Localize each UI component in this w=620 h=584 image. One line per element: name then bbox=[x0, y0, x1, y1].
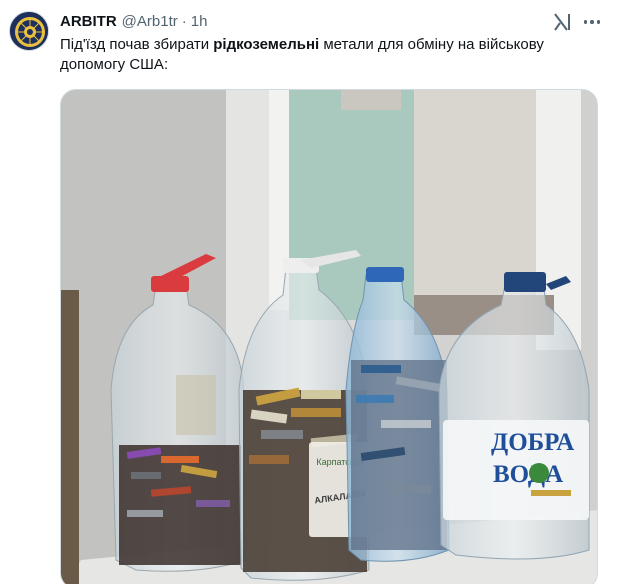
bottle-brand-line1: ДОБРА bbox=[491, 429, 574, 456]
tweet-text-part-1: Під'їзд почав збирати bbox=[60, 36, 214, 53]
tweet-timestamp[interactable]: 1h bbox=[191, 12, 208, 32]
separator-dot: · bbox=[181, 13, 187, 30]
bottle-brand-line2: ВОДА bbox=[493, 461, 563, 488]
tweet[interactable]: ARBITR @Arb1tr · 1h Під'їзд почав збират… bbox=[0, 0, 620, 584]
tweet-text-bold: рідкоземельні bbox=[213, 36, 320, 53]
tweet-photo[interactable]: Карпатська АЛКАЛАЙН ДОБРА ВОДА bbox=[60, 89, 598, 584]
more-horizontal-icon[interactable] bbox=[580, 12, 604, 32]
tweet-text: Під'їзд почав збирати рідкоземельні мета… bbox=[60, 35, 605, 75]
author-avatar[interactable] bbox=[9, 11, 49, 51]
dartboard-logo-icon bbox=[10, 12, 48, 50]
photo-bottles-with-batteries: Карпатська АЛКАЛАЙН ДОБРА ВОДА bbox=[61, 90, 597, 584]
author-handle[interactable]: @Arb1tr bbox=[122, 12, 178, 32]
tweet-header: ARBITR @Arb1tr · 1h bbox=[60, 12, 207, 32]
grok-icon[interactable] bbox=[550, 10, 574, 34]
author-name[interactable]: ARBITR bbox=[60, 12, 117, 32]
